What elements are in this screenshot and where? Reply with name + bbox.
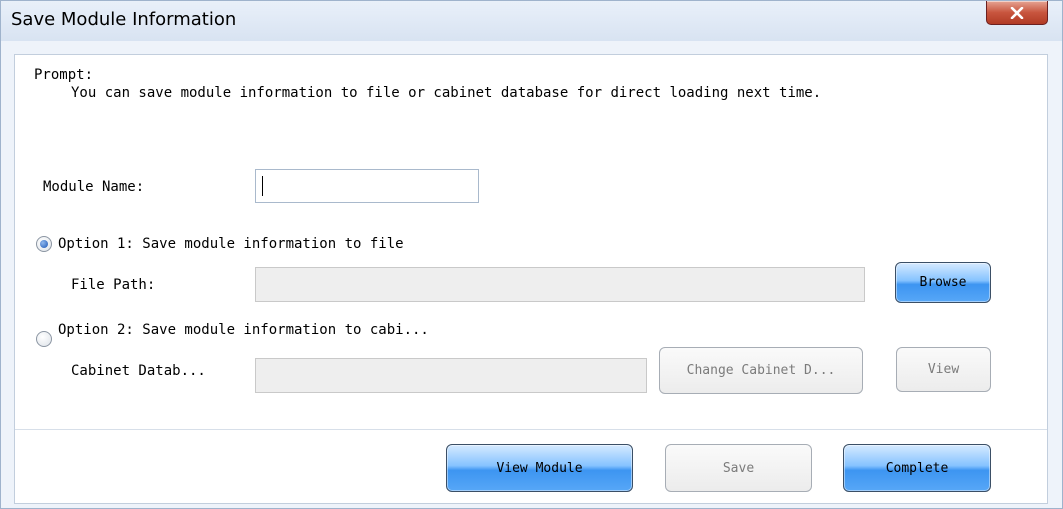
footer-divider xyxy=(15,429,1047,430)
cabinet-db-label: Cabinet Datab... xyxy=(71,363,206,379)
save-module-dialog: Save Module Information Prompt: You can … xyxy=(0,0,1063,509)
close-button[interactable] xyxy=(986,1,1048,25)
module-name-field[interactable] xyxy=(255,169,479,203)
view-cabinet-button[interactable]: View xyxy=(896,347,991,392)
browse-button[interactable]: Browse xyxy=(895,262,991,303)
complete-button[interactable]: Complete xyxy=(843,444,991,492)
option2-label[interactable]: Option 2: Save module information to cab… xyxy=(58,321,429,339)
prompt-message: You can save module information to file … xyxy=(71,85,822,101)
cabinet-db-field[interactable] xyxy=(255,358,647,393)
module-name-label: Module Name: xyxy=(43,179,145,195)
title-bar: Save Module Information xyxy=(1,1,1062,41)
save-button[interactable]: Save xyxy=(665,444,812,492)
file-path-label: File Path: xyxy=(71,277,156,293)
file-path-field[interactable] xyxy=(255,267,865,302)
view-module-button[interactable]: View Module xyxy=(446,444,633,492)
prompt-heading: Prompt: xyxy=(34,67,94,83)
option2-radio[interactable] xyxy=(36,331,52,347)
content-panel: Prompt: You can save module information … xyxy=(14,54,1048,504)
option1-radio[interactable] xyxy=(36,236,52,252)
module-name-input[interactable] xyxy=(256,170,478,202)
window-title: Save Module Information xyxy=(11,9,237,30)
text-caret xyxy=(262,176,263,196)
change-cabinet-db-button[interactable]: Change Cabinet D... xyxy=(659,347,863,394)
close-icon xyxy=(1010,6,1024,19)
option1-label[interactable]: Option 1: Save module information to fil… xyxy=(58,235,404,253)
